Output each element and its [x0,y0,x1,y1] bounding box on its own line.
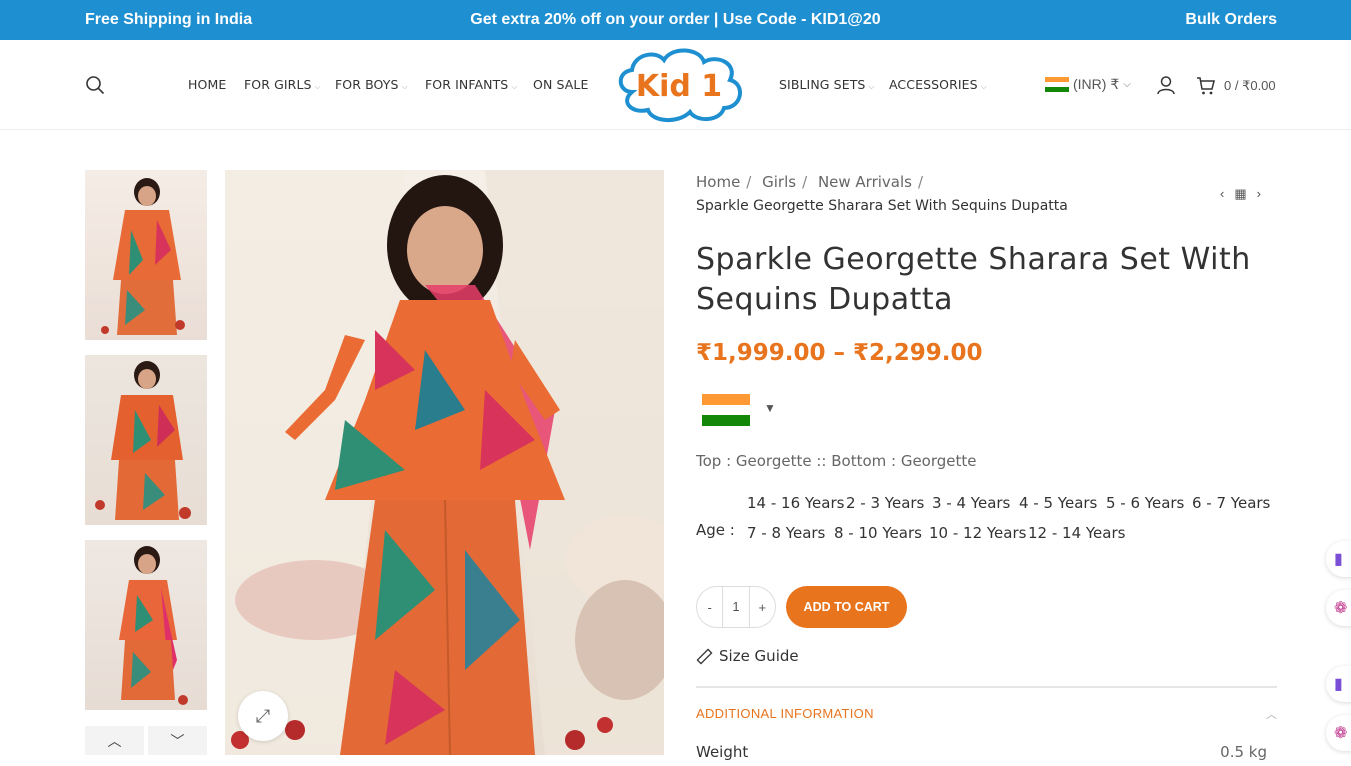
age-option[interactable]: 2 - 3 Years [846,494,924,512]
age-option[interactable]: 8 - 10 Years [834,524,922,542]
nav-home[interactable]: HOME [188,77,226,92]
product-title: Sparkle Georgette Sharara Set With Sequi… [696,242,1251,317]
product-thumbnail[interactable] [85,170,207,340]
ruler-icon [696,648,713,664]
age-option[interactable]: 7 - 8 Years [747,524,825,542]
chevron-up-icon[interactable]: ︿ [1266,706,1277,722]
age-option[interactable]: 6 - 7 Years [1192,494,1270,512]
thumbnail-prev-button[interactable]: ︿ [85,726,144,755]
size-guide-link[interactable]: Size Guide [696,647,799,665]
weight-label: Weight [696,743,749,761]
site-header: HOME FOR GIRLS ⌵ FOR BOYS ⌵ FOR INFANTS ⌵ O… [0,40,1351,130]
product-thumbnail[interactable] [85,355,207,525]
dropdown-arrow-icon[interactable]: ▼ [764,401,776,415]
brain-widget-button[interactable]: ❁ [1326,715,1351,751]
breadcrumb-home[interactable]: Home [696,173,740,191]
chevron-down-icon: ⌵ [868,82,875,91]
chevron-down-icon: ⌵ [511,82,518,91]
nav-for-boys[interactable]: FOR BOYS ⌵ [335,77,408,92]
cart-summary[interactable]: 0 / ₹0.00 [1224,78,1276,94]
qty-increase-button[interactable]: + [750,600,775,615]
chevron-down-icon: ⌵ [314,82,321,91]
age-option[interactable]: 12 - 14 Years [1028,524,1125,542]
age-option[interactable]: 14 - 16 Years [747,494,844,512]
cart-icon[interactable] [1196,76,1216,96]
book-widget-button[interactable]: ▮ [1326,541,1351,577]
nav-on-sale[interactable]: ON SALE [533,77,588,92]
add-to-cart-button[interactable]: ADD TO CART [786,586,907,628]
currency-label: (INR) ₹ [1073,76,1120,92]
india-flag-icon [1045,76,1069,93]
breadcrumb-current: Sparkle Georgette Sharara Set With Sequi… [696,198,1068,214]
material-info: Top : Georgette :: Bottom : Georgette [696,452,977,470]
promo-bar: Free Shipping in India Get extra 20% off… [0,0,1351,40]
india-flag-icon[interactable] [702,394,750,426]
promo-code-text: Get extra 20% off on your order | Use Co… [470,11,881,28]
breadcrumb-new-arrivals[interactable]: New Arrivals [818,173,912,191]
brain-widget-button[interactable]: ❁ [1326,590,1351,626]
logo-text: Kid 1 [636,69,722,104]
divider [696,686,1277,688]
nav-for-girls[interactable]: FOR GIRLS ⌵ [244,77,321,92]
additional-info-tab[interactable]: ADDITIONAL INFORMATION [696,706,874,721]
nav-accessories[interactable]: ACCESSORIES ⌵ [889,77,987,92]
qty-input[interactable]: 1 [722,587,750,627]
size-guide-label: Size Guide [719,647,799,665]
age-option[interactable]: 5 - 6 Years [1106,494,1184,512]
chevron-down-icon: ﹀ [170,732,185,749]
currency-switcher[interactable]: (INR) ₹ ⌵ [1045,76,1131,93]
product-price: ₹1,999.00 – ₹2,299.00 [696,340,983,366]
brain-icon: ❁ [1334,725,1348,742]
zoom-image-button[interactable]: ⤢ [238,691,288,741]
age-option[interactable]: 4 - 5 Years [1019,494,1097,512]
book-icon: ▮ [1334,676,1343,693]
quantity-stepper: - 1 + [696,586,776,628]
kid1-logo[interactable]: Kid 1 [612,46,746,124]
grid-icon[interactable]: ▦ [1234,186,1246,202]
nav-for-infants[interactable]: FOR INFANTS ⌵ [425,77,518,92]
product-thumbnail[interactable] [85,540,207,710]
book-icon: ▮ [1334,551,1343,568]
breadcrumb-girls[interactable]: Girls [762,173,796,191]
search-icon[interactable] [85,75,105,95]
product-navigation: ‹ ▦ › [1220,186,1261,202]
chevron-left-icon[interactable]: ‹ [1220,186,1224,202]
chevron-down-icon: ⌵ [401,82,408,91]
weight-value: 0.5 kg [1220,743,1267,761]
chevron-up-icon: ︿ [107,732,122,749]
thumbnail-next-button[interactable]: ﹀ [148,726,207,755]
age-option[interactable]: 10 - 12 Years [929,524,1026,542]
breadcrumb: Home / Girls / New Arrivals / [696,173,924,191]
age-label: Age : [696,521,735,539]
chevron-right-icon[interactable]: › [1257,186,1261,202]
brain-icon: ❁ [1334,600,1348,617]
nav-sibling-sets[interactable]: SIBLING SETS ⌵ [779,77,875,92]
age-option[interactable]: 3 - 4 Years [932,494,1010,512]
chevron-down-icon: ⌵ [1123,79,1131,90]
book-widget-button[interactable]: ▮ [1326,666,1351,702]
main-product-image[interactable] [225,170,664,755]
qty-decrease-button[interactable]: - [697,600,722,615]
bulk-orders-link[interactable]: Bulk Orders [1185,11,1277,29]
chevron-down-icon: ⌵ [980,82,987,91]
user-icon[interactable] [1156,75,1176,95]
expand-icon: ⤢ [255,705,271,726]
